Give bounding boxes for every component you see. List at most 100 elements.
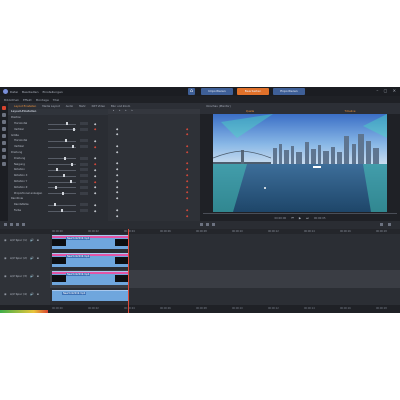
keyframe-toggle-icon[interactable]: ◆ bbox=[94, 185, 96, 189]
param-value-field[interactable] bbox=[80, 191, 88, 195]
keyframe-toggle-icon[interactable]: ◆ bbox=[94, 174, 96, 178]
keyframe-toggle-icon[interactable]: ◆ bbox=[94, 209, 96, 213]
menu-edit[interactable]: Bearbeiten bbox=[22, 90, 38, 94]
keyframe-marker[interactable]: ◆ bbox=[186, 150, 188, 154]
slider-knob[interactable] bbox=[70, 180, 72, 184]
param-value-field[interactable] bbox=[80, 127, 88, 131]
track-visibility-icon[interactable]: ◉ bbox=[4, 274, 7, 278]
param-value-field[interactable] bbox=[80, 139, 88, 143]
mode-import-tab[interactable]: Importieren bbox=[201, 88, 233, 95]
keyframe-marker[interactable]: ◆ bbox=[186, 161, 188, 165]
param-value-field[interactable] bbox=[80, 174, 88, 178]
play-icon[interactable]: ▶ bbox=[299, 216, 301, 220]
slider-knob[interactable] bbox=[56, 168, 58, 172]
timeline-track[interactable]: ◉ A/V Spur (1) 🔊 ▪ NewYork2019.mp4 bbox=[0, 234, 400, 253]
home-icon[interactable]: ⌂ bbox=[188, 88, 195, 95]
audio-icon[interactable] bbox=[2, 127, 6, 131]
keyframe-marker[interactable]: ◆ bbox=[116, 214, 118, 218]
param-value-field[interactable] bbox=[80, 145, 88, 149]
keyframe-toggle-icon[interactable]: ◆ bbox=[94, 139, 96, 143]
effect-icon[interactable] bbox=[2, 106, 6, 110]
menu-settings[interactable]: Einstellungen bbox=[43, 90, 63, 94]
keyframe-marker[interactable]: ◆ bbox=[116, 144, 118, 148]
slider-knob[interactable] bbox=[72, 145, 74, 149]
keyframe-marker[interactable]: ◆ bbox=[116, 208, 118, 212]
previous-frame-icon[interactable]: ⏮ bbox=[291, 216, 294, 220]
keyframe-toggle-icon[interactable]: ◆ bbox=[94, 127, 96, 131]
timeline-track[interactable]: ◉ A/V Spur (3) 🔊 ▪ NewYork2019.mp4 bbox=[0, 270, 400, 289]
keyframe-marker[interactable]: ◆ bbox=[116, 190, 118, 194]
slider-knob[interactable] bbox=[61, 209, 63, 213]
slider-knob[interactable] bbox=[54, 203, 56, 207]
timeline-track[interactable]: ◉ A/V Spur (2) 🔊 ▪ NewYork2019.mp4 bbox=[0, 252, 400, 271]
param-slider[interactable] bbox=[48, 187, 76, 189]
keyframe-marker[interactable]: ◆ bbox=[186, 179, 188, 183]
title-icon[interactable] bbox=[2, 120, 6, 124]
keyframe-toggle-icon[interactable]: ◆ bbox=[94, 156, 96, 160]
slider-knob[interactable] bbox=[71, 162, 73, 166]
preview-scrub-bar[interactable] bbox=[203, 213, 397, 214]
redo-icon[interactable] bbox=[22, 223, 25, 226]
video-clip[interactable]: NewYork2019.mp4 bbox=[52, 235, 129, 249]
tab-blur-zoom[interactable]: Blur und Zoom bbox=[111, 105, 130, 108]
keyframe-marker[interactable]: ◆ bbox=[186, 127, 188, 131]
param-slider[interactable] bbox=[48, 123, 76, 125]
menu-file[interactable]: Datei bbox=[10, 90, 18, 94]
keyframe-toggle-icon[interactable]: ◆ bbox=[94, 191, 96, 195]
mode-export-tab[interactable]: Exportieren bbox=[273, 88, 305, 95]
param-slider[interactable] bbox=[48, 204, 76, 206]
keyframe-marker[interactable]: ◆ bbox=[186, 190, 188, 194]
param-slider[interactable] bbox=[48, 181, 76, 183]
window-controls[interactable]: – ▢ ✕ bbox=[376, 88, 398, 93]
param-value-field[interactable] bbox=[80, 203, 88, 207]
snap-icon[interactable] bbox=[200, 223, 203, 226]
param-slider[interactable] bbox=[48, 158, 76, 160]
slider-knob[interactable] bbox=[66, 122, 68, 126]
keyframe-marker[interactable]: ◆ bbox=[116, 196, 118, 200]
next-frame-icon[interactable]: ⏭ bbox=[306, 216, 309, 220]
param-value-field[interactable] bbox=[80, 168, 88, 172]
trash-icon[interactable] bbox=[10, 223, 13, 226]
track-audio-lock-icons[interactable]: 🔊 ▪ bbox=[30, 238, 40, 242]
tab-layout-adjust[interactable]: Layout Einstellen bbox=[14, 105, 36, 108]
tab-more[interactable]: Mehr bbox=[79, 105, 86, 108]
param-value-field[interactable] bbox=[80, 180, 88, 184]
tab-effect[interactable]: Effekt bbox=[23, 98, 32, 102]
timeline-track[interactable]: ◉ A/V Spur (4) 🔊 ▪ NewYork2019.mp4 bbox=[0, 288, 400, 306]
track-audio-lock-icons[interactable]: 🔊 ▪ bbox=[30, 292, 40, 296]
timeline-playhead[interactable] bbox=[128, 229, 129, 313]
keyframe-marker[interactable]: ◆ bbox=[116, 132, 118, 136]
param-value-field[interactable] bbox=[80, 185, 88, 189]
keyframe-marker[interactable]: ◆ bbox=[116, 150, 118, 154]
video-clip[interactable]: NewYork2019.mp4 bbox=[52, 271, 129, 285]
track-audio-lock-icons[interactable]: 🔊 ▪ bbox=[30, 256, 40, 260]
slider-knob[interactable] bbox=[63, 174, 65, 178]
keyframe-marker[interactable]: ◆ bbox=[186, 185, 188, 189]
param-slider[interactable] bbox=[48, 140, 76, 142]
effect-param-row[interactable]: Farbe ◆ bbox=[8, 208, 108, 214]
keyframe-toggle-icon[interactable]: ◆ bbox=[94, 180, 96, 184]
mask-icon[interactable] bbox=[2, 155, 6, 159]
keyframe-marker[interactable]: ◆ bbox=[186, 167, 188, 171]
video-clip[interactable]: NewYork2019.mp4 bbox=[52, 253, 129, 267]
tab-audio[interactable]: Audio bbox=[66, 105, 73, 108]
zoom-icon[interactable] bbox=[380, 223, 383, 226]
tab-media-layout[interactable]: Media Layout bbox=[42, 105, 59, 108]
track-visibility-icon[interactable]: ◉ bbox=[4, 256, 7, 260]
keyframe-marker[interactable]: ◆ bbox=[186, 144, 188, 148]
keyframe-marker[interactable]: ◆ bbox=[116, 179, 118, 183]
keyframe-toggle-icon[interactable]: ◆ bbox=[94, 203, 96, 207]
keyframe-marker[interactable]: ◆ bbox=[116, 173, 118, 177]
slider-knob[interactable] bbox=[73, 127, 75, 131]
keyframe-marker[interactable]: ◆ bbox=[116, 127, 118, 131]
param-slider[interactable] bbox=[48, 129, 76, 131]
slider-knob[interactable] bbox=[55, 185, 57, 189]
tab-library[interactable]: Bibliothek bbox=[4, 98, 19, 102]
mode-edit-tab[interactable]: Bearbeiten bbox=[237, 88, 269, 95]
param-value-field[interactable] bbox=[80, 209, 88, 213]
keyframe-marker[interactable]: ◆ bbox=[186, 208, 188, 212]
undo-icon[interactable] bbox=[16, 223, 19, 226]
param-value-field[interactable] bbox=[80, 156, 88, 160]
slider-knob[interactable] bbox=[65, 139, 67, 143]
param-value-field[interactable] bbox=[80, 162, 88, 166]
